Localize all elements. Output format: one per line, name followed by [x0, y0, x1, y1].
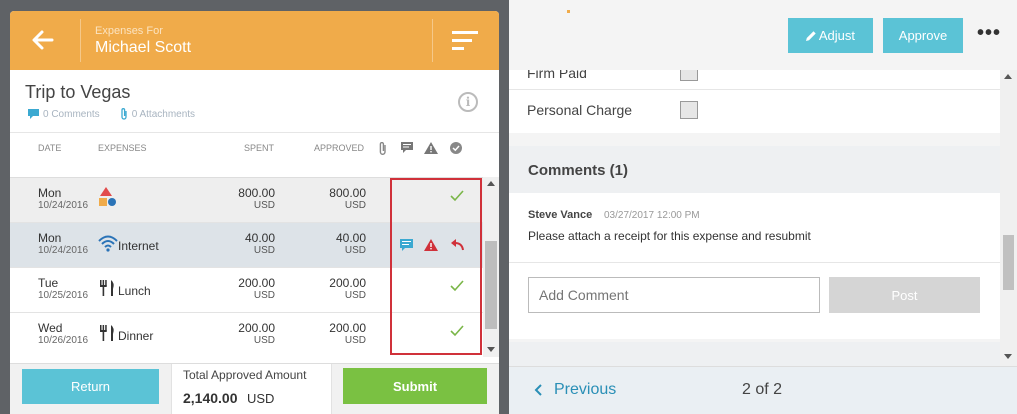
row-date: 10/24/2016 [38, 245, 89, 256]
expense-detail-panel: Adjust Approve ••• Firm Paid Personal Ch… [509, 0, 1017, 414]
comments-title: Comments (1) [528, 162, 629, 179]
report-footer: Return Total Approved Amount 2,140.00 US… [10, 363, 499, 414]
header-divider [80, 19, 81, 62]
scroll-up-arrow[interactable] [487, 181, 495, 186]
detail-content: Firm Paid Personal Charge Comments (1) S… [509, 70, 1000, 366]
pencil-icon [805, 31, 816, 41]
row-spent: 200.00 USD [238, 321, 275, 346]
row-day: Mon [38, 186, 62, 200]
row-spent: 800.00 USD [238, 186, 275, 211]
submit-button[interactable]: Submit [343, 368, 487, 404]
row-day: Mon [38, 231, 62, 245]
add-comment-input[interactable] [528, 277, 820, 313]
column-headers: DATE EXPENSES SPENT APPROVED [10, 132, 499, 164]
col-date[interactable]: DATE [38, 143, 61, 153]
header-subtitle: Expenses For [95, 25, 163, 37]
row-label: Internet [118, 239, 159, 253]
return-button[interactable]: Return [22, 369, 159, 404]
row-approved: 800.00 USD [329, 186, 366, 211]
report-summary: Trip to Vegas 0 Comments 0 Attachments i [10, 70, 499, 132]
row-approved: 200.00 USD [329, 321, 366, 346]
attachments-count[interactable]: 0 Attachments [132, 109, 195, 120]
row-date: 10/25/2016 [38, 290, 89, 301]
detail-toolbar: Adjust Approve ••• [509, 0, 1017, 70]
firm-paid-field: Firm Paid [509, 70, 1000, 90]
row-approved: 200.00 USD [329, 276, 366, 301]
adjust-button[interactable]: Adjust [788, 18, 873, 53]
report-meta: 0 Comments 0 Attachments [28, 108, 195, 120]
wifi-icon [98, 235, 118, 252]
add-comment-row: Post [509, 263, 1000, 339]
total-currency: USD [247, 391, 275, 406]
chevron-left-icon [534, 384, 542, 396]
page-indicator: 2 of 2 [742, 381, 783, 398]
previous-label: Previous [554, 381, 617, 398]
next-section-header [509, 342, 1000, 366]
row-spent: 40.00 USD [244, 231, 275, 256]
previous-button[interactable]: Previous [534, 381, 616, 399]
report-title: Trip to Vegas [25, 82, 131, 102]
expense-report-panel: Expenses For Michael Scott Trip to Vegas… [10, 11, 499, 414]
comments-header: Comments (1) [509, 146, 1000, 193]
personal-charge-field: Personal Charge [509, 90, 1000, 133]
employee-name: Michael Scott [95, 39, 192, 56]
row-date: 10/24/2016 [38, 200, 89, 211]
comment-icon [28, 109, 39, 119]
post-button[interactable]: Post [829, 277, 980, 313]
col-approved[interactable]: APPROVED [314, 143, 364, 153]
comment-date: 03/27/2017 12:00 PM [604, 210, 700, 221]
personal-charge-checkbox[interactable] [680, 101, 698, 119]
scroll-down-arrow[interactable] [1004, 354, 1012, 359]
row-label: Lunch [118, 284, 151, 298]
col-expenses[interactable]: EXPENSES [98, 143, 147, 153]
warning-icon [424, 142, 438, 154]
row-label: Dinner [118, 329, 154, 343]
info-icon[interactable]: i [458, 92, 478, 112]
col-spent[interactable]: SPENT [244, 143, 274, 153]
fork-knife-icon [100, 325, 114, 341]
header-divider [432, 19, 433, 62]
comments-count[interactable]: 0 Comments [43, 109, 100, 120]
personal-charge-label: Personal Charge [527, 102, 633, 118]
check-circle-icon [450, 142, 462, 154]
row-date: 10/26/2016 [38, 335, 89, 346]
comment-item: Steve Vance 03/27/2017 12:00 PM Please a… [509, 193, 1000, 263]
shapes-category-icon [99, 187, 116, 206]
fork-knife-icon [100, 280, 114, 296]
approve-button[interactable]: Approve [883, 18, 963, 53]
detail-scrollbar[interactable] [1000, 70, 1017, 366]
paperclip-icon [121, 108, 127, 120]
list-scrollbar[interactable] [483, 177, 499, 357]
comment-text: Please attach a receipt for this expense… [528, 229, 811, 243]
row-day: Tue [38, 276, 59, 290]
scroll-thumb[interactable] [1003, 235, 1014, 290]
paperclip-icon [379, 142, 386, 155]
firm-paid-checkbox[interactable] [680, 70, 698, 81]
detail-pagination: Previous 2 of 2 [509, 366, 1017, 414]
indicator-dot [567, 10, 570, 13]
row-approved: 40.00 USD [335, 231, 366, 256]
comment-icon [401, 142, 413, 153]
scroll-up-arrow[interactable] [1004, 74, 1012, 79]
total-approved: Total Approved Amount 2,140.00 USD [171, 364, 332, 414]
adjust-label: Adjust [818, 28, 856, 43]
back-arrow-icon[interactable] [30, 27, 56, 53]
row-spent: 200.00 USD [238, 276, 275, 301]
more-options-icon[interactable]: ••• [977, 22, 1001, 45]
comment-author: Steve Vance [528, 209, 593, 221]
firm-paid-label: Firm Paid [527, 70, 587, 81]
row-day: Wed [38, 321, 63, 335]
report-header: Expenses For Michael Scott [10, 11, 499, 70]
total-value: 2,140.00 [183, 390, 238, 406]
total-label: Total Approved Amount [183, 368, 307, 382]
scroll-thumb[interactable] [485, 241, 497, 329]
highlight-box [390, 178, 482, 355]
filter-icon[interactable] [452, 31, 478, 51]
scroll-down-arrow[interactable] [487, 347, 495, 352]
